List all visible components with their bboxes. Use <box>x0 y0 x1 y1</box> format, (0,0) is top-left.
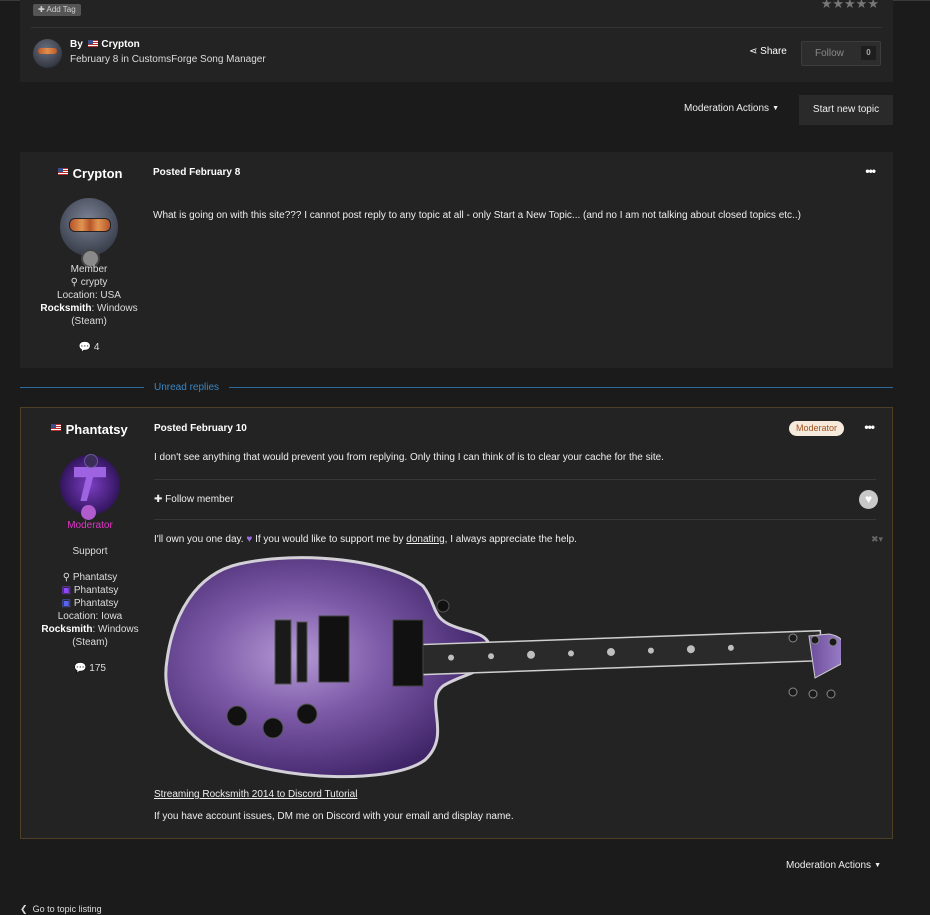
start-new-topic-button[interactable]: Start new topic <box>799 95 893 125</box>
rocksmith-label: Rocksmith <box>40 303 92 314</box>
post-phantatsy: Phantatsy Moderator Support ⚲ Phantatsy … <box>20 407 893 839</box>
post-author[interactable]: Crypton <box>56 166 122 181</box>
twitch-icon: ▣ <box>61 585 72 596</box>
follow-member-label: Follow member <box>165 494 234 505</box>
twitch-account[interactable]: ▣ Phantatsy <box>21 584 159 597</box>
add-tag-button[interactable]: ✚ Add Tag <box>33 4 81 16</box>
post-author-name: Phantatsy <box>65 422 128 437</box>
discord-account[interactable]: ▣ Phantatsy <box>21 597 159 610</box>
chevron-left-icon: ❮ <box>20 904 28 914</box>
steam-account-label: Phantatsy <box>72 572 118 583</box>
go-to-topic-listing-link[interactable]: ❮ Go to topic listing <box>20 904 102 915</box>
author-link[interactable]: Crypton <box>101 39 139 50</box>
steam-icon: ⚲ <box>70 277 78 288</box>
chevron-down-icon: ▼ <box>772 105 779 112</box>
by-label: By <box>70 39 83 50</box>
us-flag-icon <box>87 40 98 47</box>
chevron-down-icon: ▼ <box>874 862 881 869</box>
account-issues-text: If you have account issues, DM me on Dis… <box>154 811 514 822</box>
avatar-glasses <box>69 218 111 232</box>
moderation-actions-dropdown-bottom[interactable]: Moderation Actions ▼ <box>786 860 881 871</box>
signature-line-c: , I always appreciate the help. <box>444 534 577 545</box>
twitch-account-label: Phantatsy <box>73 585 119 596</box>
topic-date[interactable]: February 8 in CustomsForge Song Manager <box>70 54 266 65</box>
avatar-glasses <box>38 48 57 54</box>
moderation-label: Moderation Actions <box>684 103 770 114</box>
steam-icon: ⚲ <box>62 572 71 583</box>
steam-account[interactable]: ⚲ Phantatsy <box>21 571 159 584</box>
follow-label: Follow <box>815 48 844 59</box>
divider <box>31 27 882 28</box>
go-to-label: Go to topic listing <box>32 904 102 914</box>
share-button[interactable]: ⋖ Share <box>749 46 787 57</box>
location: Location: Iowa <box>57 611 123 622</box>
post-content: I don't see anything that would prevent … <box>154 452 664 463</box>
hide-signature-icon[interactable]: ✖▾ <box>871 534 883 545</box>
post-date[interactable]: Posted February 10 <box>154 423 247 434</box>
guitar-image <box>164 556 841 779</box>
rank-badge-icon <box>81 505 96 520</box>
steam-username: ⚲ crypty <box>20 276 158 289</box>
post-author[interactable]: Phantatsy <box>49 422 128 437</box>
rocksmith-info: Rocksmith: Windows (Steam) <box>21 623 159 649</box>
shield-icon <box>84 454 98 468</box>
stream-tutorial-link-row: Streaming Rocksmith 2014 to Discord Tuto… <box>154 789 357 800</box>
steam-username-label: crypty <box>80 277 108 288</box>
follow-button[interactable]: Follow 0 <box>801 41 881 66</box>
share-label: Share <box>760 46 787 57</box>
discord-account-label: Phantatsy <box>73 598 119 609</box>
moderation-label: Moderation Actions <box>786 860 872 871</box>
comment-icon: 💬 <box>74 663 87 674</box>
follow-member-button[interactable]: ✚ Follow member <box>154 494 234 505</box>
post-crypton: Crypton Member ⚲ crypty Location: USA Ro… <box>20 152 893 368</box>
post-menu-icon[interactable]: ••• <box>864 420 875 434</box>
share-icon: ⋖ <box>749 46 758 57</box>
discord-icon: ▣ <box>61 598 72 609</box>
member-group: Moderator <box>67 520 113 531</box>
divider <box>154 519 876 520</box>
author-avatar[interactable] <box>33 39 62 68</box>
signature-text: I'll own you one day. ♥ If you would lik… <box>154 534 577 545</box>
add-user-icon: ✚ <box>154 494 163 505</box>
post-count-value: 4 <box>93 342 100 353</box>
rating-stars[interactable]: ★★★★★ <box>821 0 879 12</box>
us-flag-icon <box>58 168 68 175</box>
location: Location: USA <box>57 290 121 301</box>
author-line: By Crypton <box>70 39 140 50</box>
comment-icon: 💬 <box>78 342 92 353</box>
rocksmith-label: Rocksmith <box>41 624 93 635</box>
stream-tutorial-link[interactable]: Streaming Rocksmith 2014 to Discord Tuto… <box>154 789 357 800</box>
post-author-name: Crypton <box>72 166 123 181</box>
signature-line-a: I'll own you one day. <box>154 534 244 545</box>
moderation-actions-dropdown[interactable]: Moderation Actions ▼ <box>684 103 779 114</box>
moderator-badge: Moderator <box>788 421 844 436</box>
add-tag-label: Add Tag <box>46 5 76 14</box>
divider <box>154 479 876 480</box>
post-count[interactable]: 💬 175 <box>21 662 159 675</box>
rocksmith-info: Rocksmith: Windows (Steam) <box>20 302 158 328</box>
member-group: Member <box>70 264 108 275</box>
post-count[interactable]: 💬 4 <box>20 341 158 354</box>
heart-icon[interactable]: ♥ <box>859 490 878 509</box>
post-menu-icon[interactable]: ••• <box>865 164 876 178</box>
avatar[interactable] <box>60 198 118 256</box>
purple-heart-icon: ♥ <box>246 534 253 545</box>
post-date[interactable]: Posted February 8 <box>153 167 240 178</box>
donating-link[interactable]: donating <box>406 534 444 545</box>
avatar-logo <box>74 467 106 501</box>
secondary-group: Support <box>72 546 108 557</box>
topic-header: ✚ Add Tag ★★★★★ By Crypton February 8 in… <box>20 0 893 82</box>
post-count-value: 175 <box>89 663 106 674</box>
post-content: What is going on with this site??? I can… <box>153 210 801 221</box>
unread-label: Unread replies <box>144 382 230 393</box>
follow-count: 0 <box>861 46 876 60</box>
signature-line-b: If you would like to support me by <box>255 534 404 545</box>
us-flag-icon <box>51 424 61 431</box>
